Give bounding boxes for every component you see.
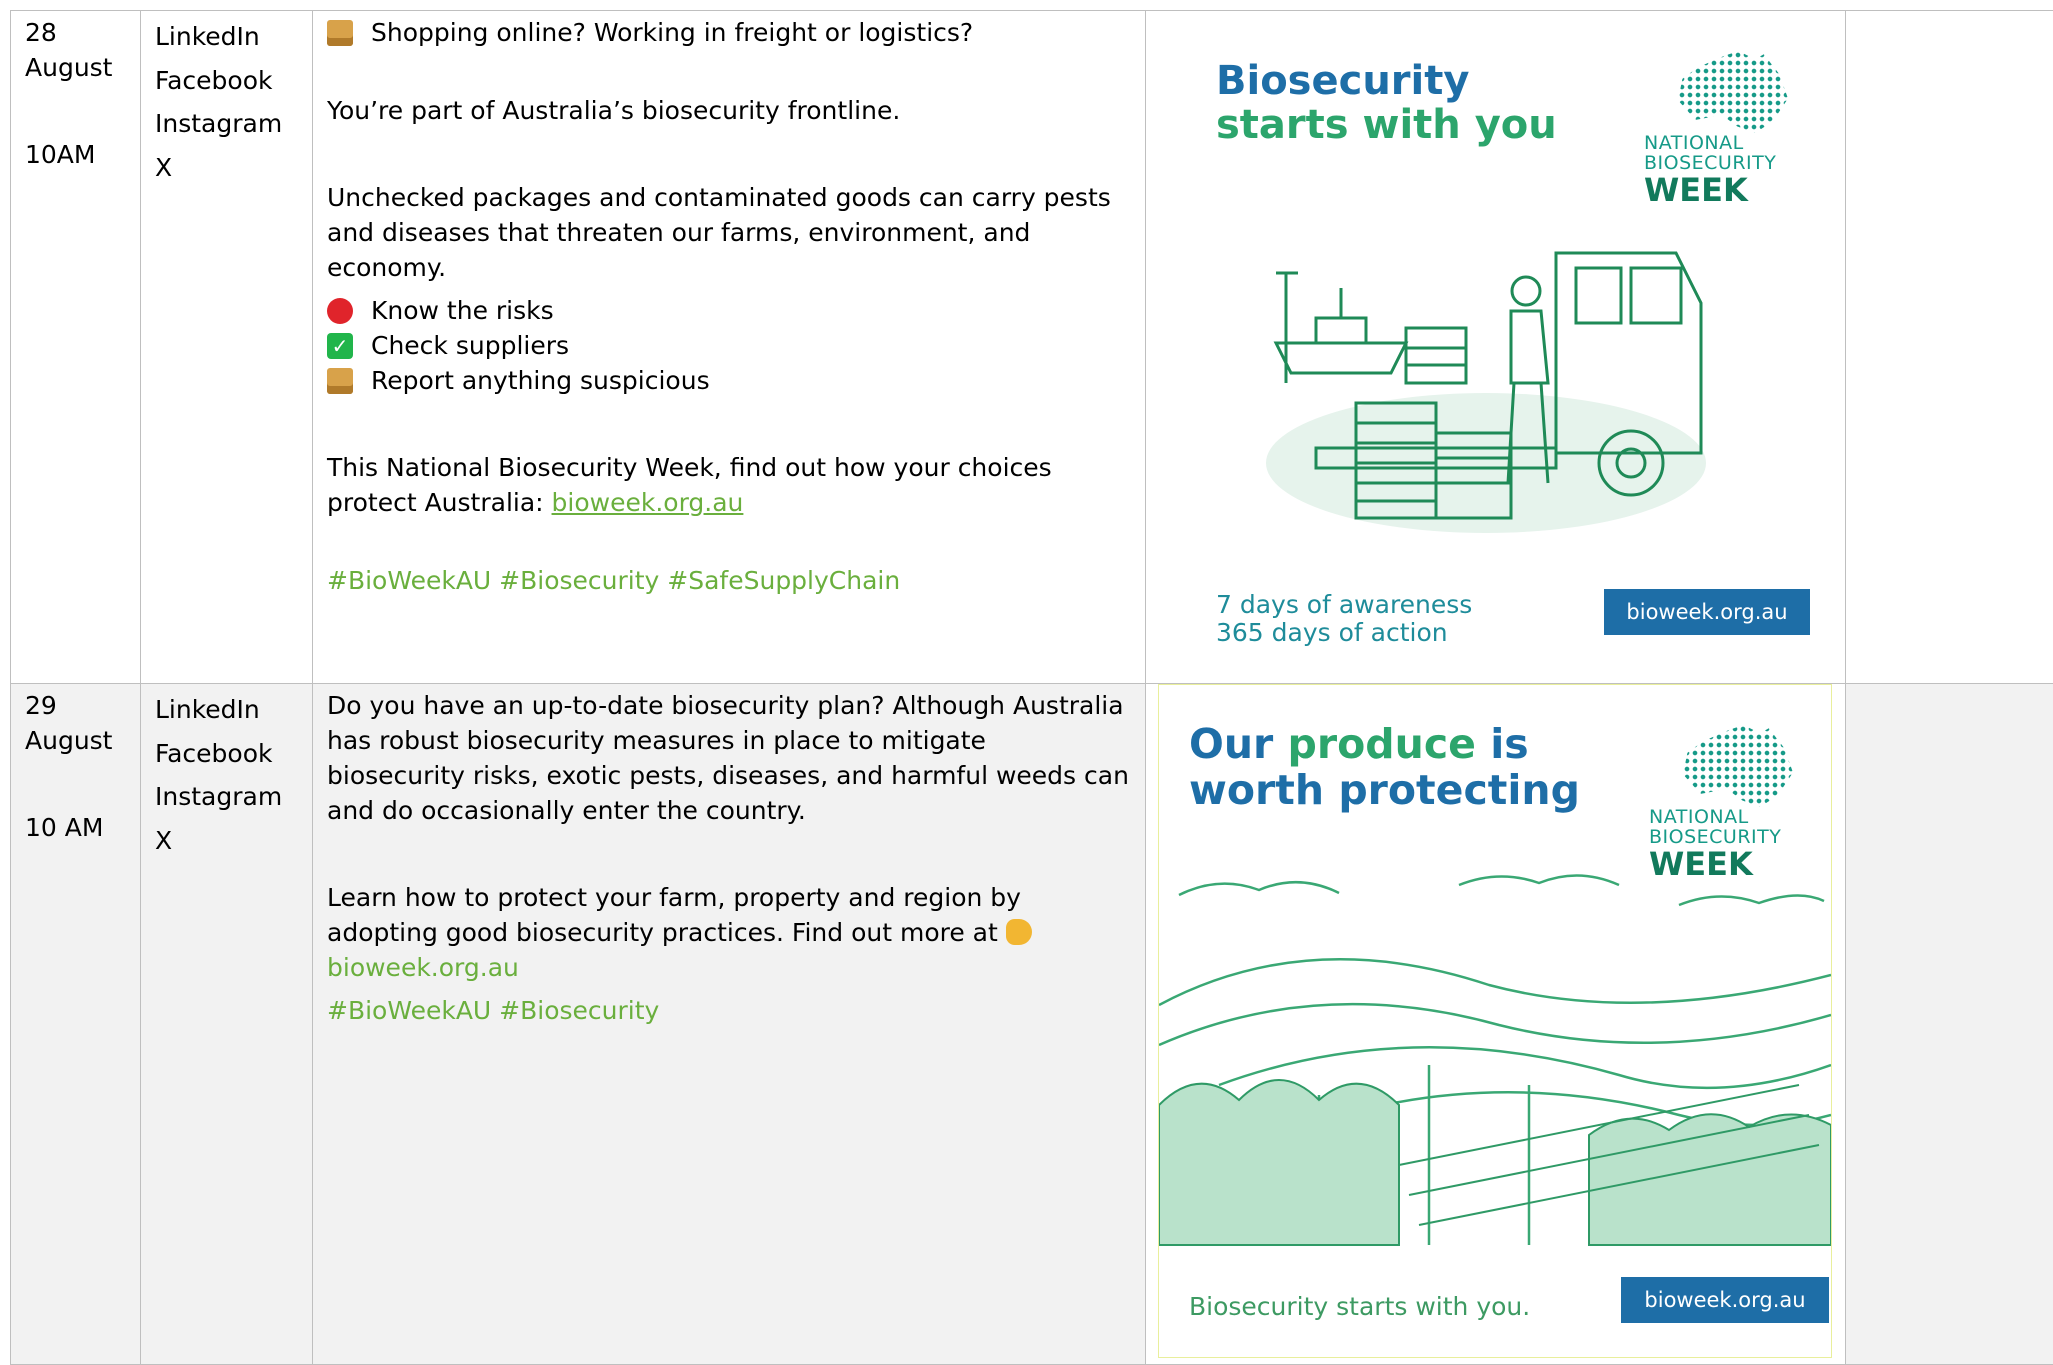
channel-x: X <box>155 819 302 863</box>
date-month: August <box>25 50 130 85</box>
stop-sign-icon <box>327 298 353 324</box>
channel-linkedin: LinkedIn <box>155 688 302 732</box>
hashtags: #BioWeekAU #Biosecurity #SafeSupplyChain <box>327 563 1131 598</box>
creative-tagline: Biosecurity starts with you. <box>1189 1293 1530 1321</box>
table-row: 29 August 10 AM LinkedIn Facebook Instag… <box>11 684 2053 1365</box>
copy-paragraph: Unchecked packages and contaminated good… <box>327 180 1131 285</box>
bioweek-cta-button[interactable]: bioweek.org.au <box>1604 589 1810 635</box>
post-time: 10 AM <box>25 810 130 845</box>
national-biosecurity-week-logo: NATIONAL BIOSECURITY WEEK <box>1649 725 1799 881</box>
post-schedule-table: 28 August 10AM LinkedIn Facebook Instagr… <box>10 10 2053 1365</box>
post-copy-cell: Do you have an up-to-date biosecurity pl… <box>313 684 1146 1365</box>
package-icon <box>327 368 353 394</box>
creative-card: Biosecurity starts with you NATIONAL BIO… <box>1146 11 1844 679</box>
channel-facebook: Facebook <box>155 59 302 103</box>
date-day: 28 <box>25 15 130 50</box>
bioweek-link[interactable]: bioweek.org.au <box>327 953 519 982</box>
headline-line: Our produce is <box>1189 721 1580 767</box>
bullet-item: Report anything suspicious <box>371 363 710 398</box>
channel-instagram: Instagram <box>155 775 302 819</box>
channels-cell: LinkedIn Facebook Instagram X <box>141 11 313 684</box>
copy-line: You’re part of Australia’s biosecurity f… <box>327 93 1131 128</box>
bullet-item: Check suppliers <box>371 328 569 363</box>
creative-headline: Our produce is worth protecting <box>1189 721 1580 813</box>
copy-paragraph: Learn how to protect your farm, property… <box>327 880 1131 985</box>
copy-paragraph: This National Biosecurity Week, find out… <box>327 450 1131 520</box>
channel-x: X <box>155 146 302 190</box>
headline-line: worth protecting <box>1189 767 1580 813</box>
date-day: 29 <box>25 688 130 723</box>
date-month: August <box>25 723 130 758</box>
date-cell: 28 August 10AM <box>11 11 141 684</box>
creative-cell: Our produce is worth protecting NATIONAL… <box>1146 684 1846 1365</box>
australia-map-icon <box>1678 51 1788 133</box>
copy-text: Learn how to protect your farm, property… <box>327 883 1021 947</box>
check-mark-icon: ✓ <box>327 333 353 359</box>
creative-tagline: 7 days of awareness 365 days of action <box>1216 591 1472 647</box>
date-cell: 29 August 10 AM <box>11 684 141 1365</box>
national-biosecurity-week-logo: NATIONAL BIOSECURITY WEEK <box>1644 51 1794 207</box>
pointing-hand-icon <box>1006 919 1032 945</box>
channels-cell: LinkedIn Facebook Instagram X <box>141 684 313 1365</box>
channel-linkedin: LinkedIn <box>155 15 302 59</box>
creative-headline: Biosecurity starts with you <box>1216 59 1557 147</box>
truck-and-crates-illustration-icon <box>1256 233 1716 533</box>
bioweek-link[interactable]: bioweek.org.au <box>552 488 744 517</box>
headline-line: Biosecurity <box>1216 59 1557 103</box>
channel-instagram: Instagram <box>155 102 302 146</box>
hashtags: #BioWeekAU #Biosecurity <box>327 993 1131 1028</box>
headline-line: starts with you <box>1216 103 1557 147</box>
package-icon <box>327 20 353 46</box>
copy-line: Shopping online? Working in freight or l… <box>371 15 973 50</box>
copy-paragraph: Do you have an up-to-date biosecurity pl… <box>327 688 1131 828</box>
notes-cell <box>1846 684 2053 1365</box>
australia-map-icon <box>1683 725 1793 807</box>
creative-card: Our produce is worth protecting NATIONAL… <box>1158 684 1832 1358</box>
bullet-item: Know the risks <box>371 293 554 328</box>
notes-cell <box>1846 11 2053 684</box>
post-copy-cell: Shopping online? Working in freight or l… <box>313 11 1146 684</box>
table-row: 28 August 10AM LinkedIn Facebook Instagr… <box>11 11 2053 684</box>
creative-cell: Biosecurity starts with you NATIONAL BIO… <box>1146 11 1846 684</box>
bioweek-cta-button[interactable]: bioweek.org.au <box>1621 1277 1829 1323</box>
post-time: 10AM <box>25 137 130 172</box>
channel-facebook: Facebook <box>155 732 302 776</box>
vineyard-landscape-illustration-icon <box>1159 865 1831 1265</box>
